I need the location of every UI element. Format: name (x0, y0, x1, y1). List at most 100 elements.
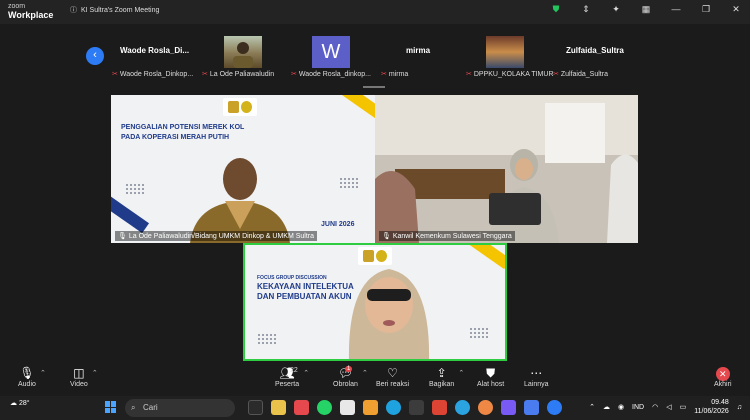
chevron-up-icon[interactable]: ⌃ (362, 369, 368, 377)
windows-start-icon[interactable] (105, 401, 117, 413)
battery-icon[interactable]: ▭ (680, 403, 687, 411)
participant-photo (224, 36, 262, 68)
person-left-figure (375, 171, 419, 243)
search-icon: ⌕ (131, 403, 136, 412)
banner-date: JUNI 2026 (321, 221, 355, 228)
participant-thumb[interactable] (224, 34, 264, 68)
chevron-up-icon[interactable]: ⌃ (589, 403, 595, 411)
task-view-icon[interactable] (248, 400, 263, 415)
participant-subname: ✂ mirma (381, 71, 409, 78)
language-indicator[interactable]: IND (632, 404, 644, 411)
banner-line-1: PENGGALIAN POTENSI MEREK KOL (121, 124, 245, 131)
decor-dots (257, 333, 277, 345)
meeting-title[interactable]: ⓘ KI Sultra's Zoom Meeting (70, 5, 159, 15)
chevron-up-icon[interactable]: ⌃ (40, 369, 46, 377)
video-tile-active-speaker[interactable]: FOCUS GROUP DISCUSSION KEKAYAAN INTELEKT… (243, 243, 507, 361)
app-icon[interactable] (409, 400, 424, 415)
grid-view-icon[interactable]: ▦ (640, 4, 652, 15)
banner-stripe (332, 95, 375, 124)
heart-icon: ♡ (387, 366, 398, 380)
speaker-figure (348, 269, 430, 359)
participant-thumb[interactable] (486, 34, 526, 68)
tray-app-icon[interactable]: ◉ (618, 403, 624, 411)
view-icon[interactable]: ⇕ (580, 4, 592, 15)
edge-icon[interactable] (386, 400, 401, 415)
chevron-up-icon[interactable]: ⌃ (303, 369, 309, 377)
participant-subname: ✂ Waode Rosla_dinkop... (291, 71, 371, 78)
meeting-toolbar: 🎙︎ Audio ⌃ ◫ Video ⌃ 👥︎ 22 Peserta ⌃ 💬︎ … (0, 362, 750, 396)
microphone-icon: 🎙︎ (19, 366, 35, 380)
end-call-icon: ✕ (715, 367, 730, 381)
close-icon[interactable]: ✕ (730, 4, 742, 15)
clock-time: 09.48 (711, 399, 729, 406)
institution-logo (223, 98, 257, 116)
camera-off-icon: ◫ (73, 366, 85, 380)
participant-name: mirma (406, 46, 431, 55)
zoom-app-icon[interactable] (547, 400, 562, 415)
muted-mic-icon: ✂ (202, 71, 208, 78)
audio-button[interactable]: 🎙︎ Audio ⌃ (18, 365, 46, 388)
windows-taskbar: ☁ 28° ⌕ Cari ⌃ ☁ ◉ IND ◠ ◁ ▭ 09.48 11/06… (0, 396, 750, 420)
banner-line-2: PADA KOPERASI MERAH PUTIH (121, 134, 230, 141)
react-button[interactable]: ♡ Beri reaksi (376, 365, 409, 388)
participant-thumb[interactable]: Zulfaida_Sultra (566, 34, 646, 68)
minimize-icon[interactable]: — (670, 4, 682, 15)
participant-name: Zulfaida_Sultra (566, 46, 624, 55)
chrome-icon[interactable] (478, 400, 493, 415)
meeting-title-text: KI Sultra's Zoom Meeting (81, 6, 160, 14)
info-icon[interactable]: ⓘ (70, 5, 77, 15)
banner-small: FOCUS GROUP DISCUSSION (257, 275, 327, 281)
window-controls: ⛊ ⇕ ✦ ▦ — ❐ ✕ (550, 4, 742, 15)
more-icon: ⋯ (530, 366, 543, 380)
strip-scroll-indicator[interactable] (363, 86, 385, 88)
title-bar: zoom Workplace ⓘ KI Sultra's Zoom Meetin… (0, 0, 750, 24)
telegram-icon[interactable] (455, 400, 470, 415)
whatsapp-icon[interactable] (317, 400, 332, 415)
app-icon[interactable] (524, 400, 539, 415)
wps-icon[interactable] (294, 400, 309, 415)
end-meeting-button[interactable]: ✕ Akhiri (714, 365, 732, 388)
participant-thumb[interactable]: Waode Rosla_Di... (120, 34, 200, 68)
app-icon[interactable] (432, 400, 447, 415)
system-tray: ⌃ ☁ ◉ IND ◠ ◁ ▭ 09.48 11/06/2026 ♫ (589, 398, 742, 416)
person-right-figure (607, 154, 638, 243)
security-shield-icon[interactable]: ⛊ (550, 4, 562, 15)
decor-dots (469, 327, 489, 339)
cloud-icon[interactable]: ☁ (603, 403, 610, 411)
muted-mic-icon: ✂ (381, 71, 387, 78)
video-tile-speaker-2[interactable]: 🎙︎ Kanwil Kemenkum Sulawesi Tenggara (375, 95, 638, 243)
chevron-up-icon[interactable]: ⌃ (92, 369, 98, 377)
strip-back-button[interactable]: ‹ (86, 47, 104, 65)
maximize-icon[interactable]: ❐ (700, 4, 712, 15)
app-icon[interactable] (340, 400, 355, 415)
weather-widget[interactable]: ☁ 28° (10, 399, 30, 407)
file-explorer-icon[interactable] (271, 400, 286, 415)
notification-bell-icon[interactable]: ♫ (737, 404, 742, 411)
participant-subname: ✂ Zulfaida_Sultra (553, 71, 608, 78)
participant-thumb[interactable]: W (312, 34, 352, 68)
host-tools-button[interactable]: ⛊ Alat host (477, 365, 504, 388)
more-button[interactable]: ⋯ Lainnya (524, 365, 549, 388)
chevron-up-icon[interactable]: ⌃ (458, 369, 464, 377)
volume-icon[interactable]: ◁ (666, 403, 671, 411)
video-button[interactable]: ◫ Video ⌃ (70, 365, 98, 388)
zoom-logo: zoom Workplace (8, 3, 54, 20)
app-icon[interactable] (363, 400, 378, 415)
video-tile-speaker-1[interactable]: PENGGALIAN POTENSI MEREK KOL PADA KOPERA… (111, 95, 375, 243)
decor-dots (339, 177, 359, 189)
share-screen-icon: ⇪ (436, 366, 447, 380)
participants-button[interactable]: 👥︎ 22 Peserta ⌃ (275, 365, 309, 388)
weather-icon: ☁ (10, 400, 19, 407)
participant-thumb[interactable]: mirma (406, 34, 446, 68)
shield-icon: ⛊ (486, 366, 496, 380)
clock[interactable]: 09.48 11/06/2026 (694, 398, 729, 416)
app-icon[interactable] (501, 400, 516, 415)
wifi-icon[interactable]: ◠ (652, 403, 658, 411)
muted-mic-icon: ✂ (112, 71, 118, 78)
chat-button[interactable]: 💬︎ 1 Obrolan ⌃ (333, 365, 368, 388)
participant-subname: ✂ La Ode Paliawaludin (202, 71, 275, 78)
share-button[interactable]: ⇪ Bagikan ⌃ (429, 365, 464, 388)
apps-sparkle-icon[interactable]: ✦ (610, 4, 622, 15)
brand-bottom: Workplace (8, 10, 54, 20)
taskbar-search-input[interactable]: ⌕ Cari (125, 399, 235, 417)
